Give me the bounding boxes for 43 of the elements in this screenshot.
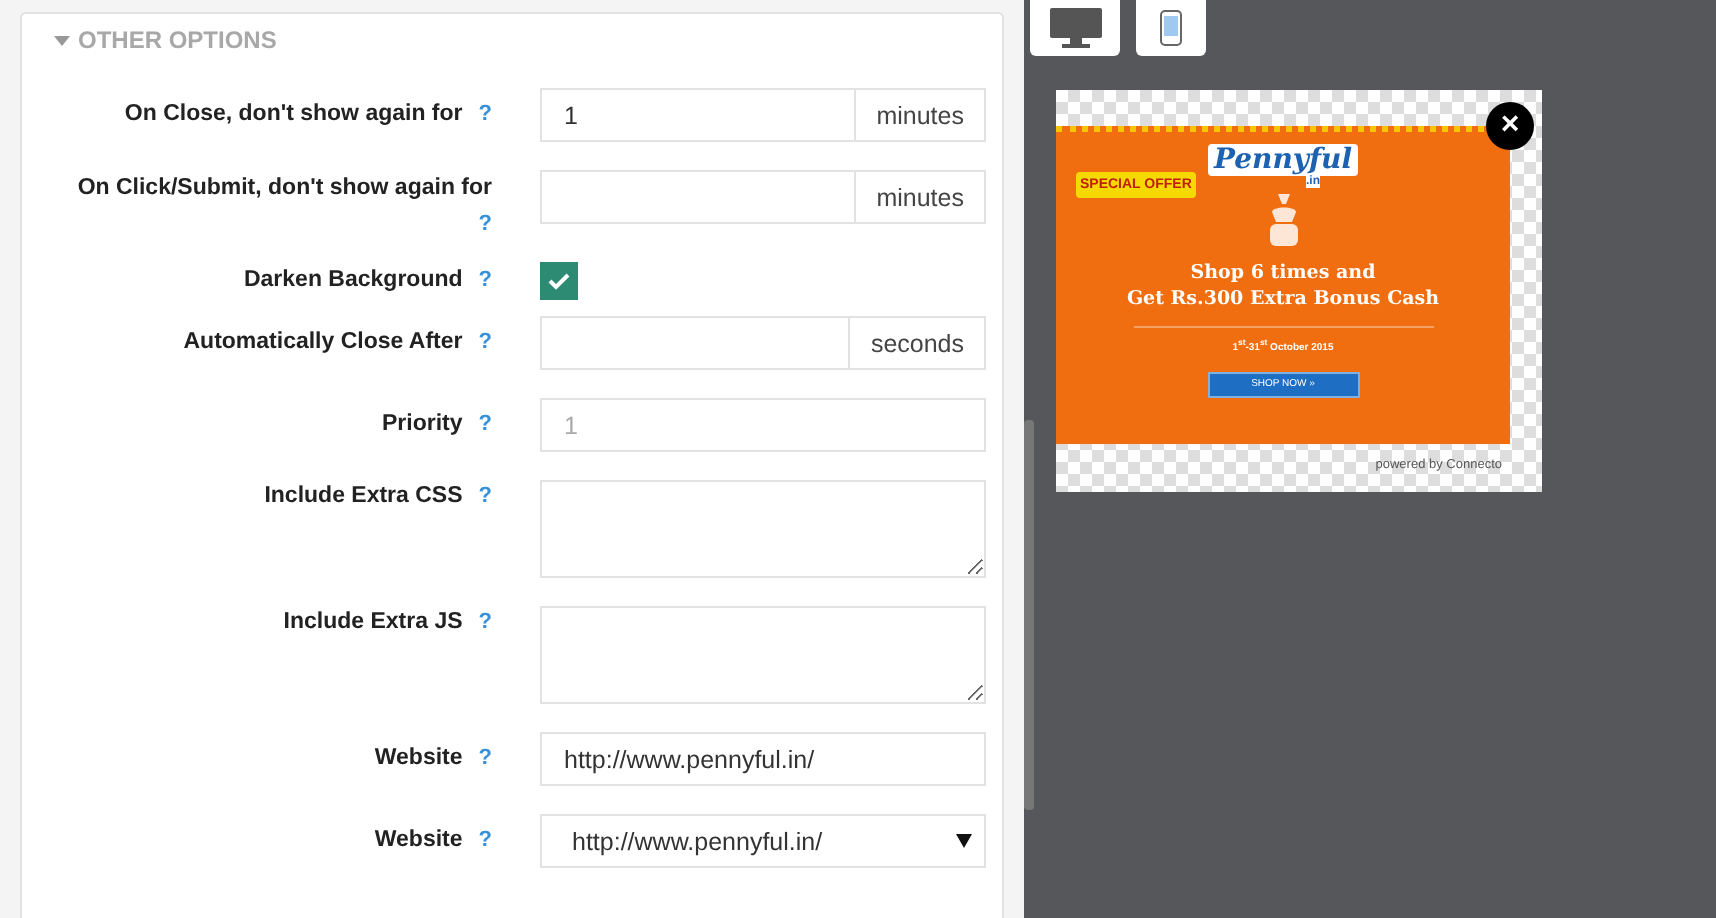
unit-addon: seconds: [850, 316, 986, 370]
input-field[interactable]: [540, 316, 851, 370]
close-button[interactable]: ×: [1486, 102, 1534, 150]
checkbox[interactable]: [540, 262, 578, 300]
input-field[interactable]: http://www.pennyful.in/: [540, 732, 986, 786]
section-toggle[interactable]: OTHER OPTIONS: [38, 22, 293, 58]
help-icon[interactable]: ?: [478, 484, 492, 508]
help-icon[interactable]: ?: [478, 610, 492, 634]
help-icon[interactable]: ?: [478, 268, 492, 292]
banner-headline: Shop 6 times and: [1190, 262, 1376, 284]
input-field[interactable]: 1: [540, 398, 986, 452]
input-field[interactable]: 1: [540, 88, 857, 142]
caret-icon: [54, 35, 70, 45]
text-area[interactable]: [540, 480, 986, 578]
device-button[interactable]: [1136, 0, 1206, 56]
help-icon[interactable]: ?: [478, 212, 492, 236]
field-label: Priority: [382, 410, 463, 440]
help-icon[interactable]: ?: [478, 102, 492, 126]
phone-icon: [1160, 10, 1182, 46]
help-icon[interactable]: ?: [478, 828, 492, 852]
select-field[interactable]: http://www.pennyful.in/: [540, 814, 986, 868]
field-label: On Click/Submit, don't show again for ?: [77, 174, 492, 240]
monitor-icon: [1049, 8, 1101, 48]
field-label: Darken Background: [243, 266, 463, 296]
field-label: Include Extra CSS: [264, 482, 463, 512]
field-label: Include Extra JS: [283, 608, 463, 638]
input-field[interactable]: [540, 170, 857, 224]
text-area[interactable]: [540, 606, 986, 704]
checkmark-icon: [548, 272, 570, 290]
brand-logo: Pennyful: [1207, 144, 1359, 176]
field-label: Website: [374, 826, 463, 856]
help-icon[interactable]: ?: [478, 412, 492, 436]
unit-addon: minutes: [856, 170, 986, 224]
help-icon[interactable]: ?: [478, 330, 492, 354]
field-label: On Close, don't show again for: [124, 100, 463, 130]
help-icon[interactable]: ?: [478, 746, 492, 770]
device-button[interactable]: [1030, 0, 1120, 56]
caret-icon: [956, 834, 972, 848]
banner-headline: Get Rs.300 Extra Bonus Cash: [1126, 288, 1440, 310]
unit-addon: minutes: [856, 88, 986, 142]
field-label: Automatically Close After: [183, 328, 463, 358]
scrollbar[interactable]: [1024, 420, 1034, 810]
field-label: Website: [374, 744, 463, 774]
